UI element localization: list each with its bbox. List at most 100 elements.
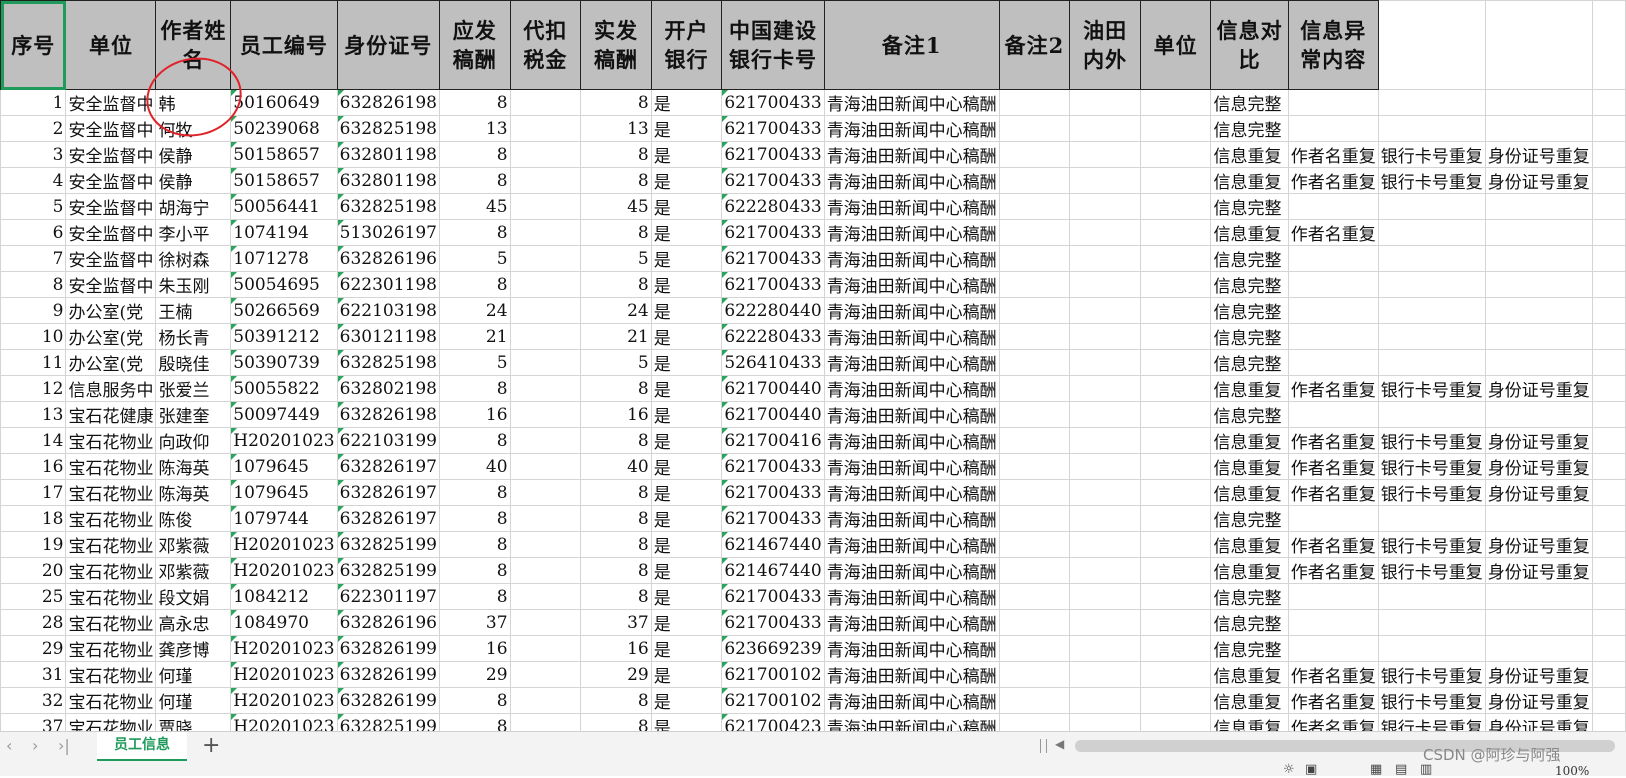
table-cell[interactable]: 是 — [650, 349, 723, 376]
table-cell[interactable] — [998, 687, 1071, 714]
table-cell[interactable]: 宝石花物业 — [65, 687, 157, 714]
table-cell[interactable]: 632826199 — [336, 687, 440, 714]
table-cell[interactable]: 8 — [580, 557, 652, 584]
table-cell[interactable]: 青海油田新闻中心稿酬 — [823, 271, 1000, 298]
column-header[interactable]: 应发稿酬 — [438, 0, 511, 90]
table-cell[interactable]: 8 — [580, 505, 652, 532]
table-cell[interactable] — [509, 661, 582, 688]
table-cell[interactable] — [998, 297, 1071, 324]
table-cell[interactable]: 信息完整 — [1210, 583, 1289, 610]
table-cell[interactable] — [1484, 219, 1593, 246]
table-cell[interactable]: 办公室(党 — [65, 323, 157, 350]
table-cell[interactable]: 632825198 — [336, 115, 440, 142]
table-cell[interactable]: 5 — [580, 245, 652, 272]
table-cell[interactable]: 8 — [0, 271, 67, 298]
table-cell[interactable]: 青海油田新闻中心稿酬 — [823, 401, 1000, 428]
column-header[interactable]: 中国建设银行卡号 — [721, 0, 825, 90]
table-cell[interactable] — [1287, 505, 1379, 532]
table-cell[interactable]: 622280440 — [721, 297, 825, 324]
empty-cell[interactable] — [1591, 401, 1626, 428]
table-cell[interactable] — [1377, 193, 1486, 220]
table-cell[interactable] — [1069, 661, 1141, 688]
table-cell[interactable]: 青海油田新闻中心稿酬 — [823, 115, 1000, 142]
empty-cell[interactable] — [1591, 271, 1626, 298]
table-cell[interactable] — [1377, 609, 1486, 636]
table-cell[interactable]: 45 — [438, 193, 511, 220]
empty-cell[interactable] — [1591, 115, 1626, 142]
table-cell[interactable]: 安全监督中 — [65, 167, 157, 194]
table-cell[interactable]: 是 — [650, 297, 723, 324]
table-cell[interactable]: 青海油田新闻中心稿酬 — [823, 427, 1000, 454]
table-cell[interactable]: 632825199 — [336, 531, 440, 558]
table-cell[interactable] — [1139, 661, 1212, 688]
table-cell[interactable] — [1139, 141, 1212, 168]
table-cell[interactable] — [1069, 297, 1141, 324]
table-cell[interactable]: 张爱兰 — [155, 375, 232, 402]
table-cell[interactable] — [1287, 401, 1379, 428]
table-cell[interactable]: 5 — [438, 349, 511, 376]
table-cell[interactable]: 是 — [650, 635, 723, 662]
table-cell[interactable]: 12 — [0, 375, 67, 402]
table-cell[interactable]: 青海油田新闻中心稿酬 — [823, 505, 1000, 532]
table-cell[interactable]: 作者名重复 — [1287, 427, 1379, 454]
table-cell[interactable] — [1069, 115, 1141, 142]
table-cell[interactable]: 623669239 — [721, 635, 825, 662]
table-cell[interactable] — [1139, 687, 1212, 714]
table-cell[interactable] — [1377, 297, 1486, 324]
table-cell[interactable]: 621700433 — [721, 245, 825, 272]
table-cell[interactable]: 办公室(党 — [65, 297, 157, 324]
column-header[interactable]: 备注2 — [998, 0, 1071, 90]
table-cell[interactable] — [509, 557, 582, 584]
table-cell[interactable] — [1069, 167, 1141, 194]
table-cell[interactable] — [509, 375, 582, 402]
table-cell[interactable] — [1139, 427, 1212, 454]
table-cell[interactable] — [509, 635, 582, 662]
table-cell[interactable]: 50055822 — [230, 375, 338, 402]
table-cell[interactable] — [1069, 583, 1141, 610]
table-cell[interactable]: 621700433 — [721, 479, 825, 506]
column-header[interactable]: 作者姓名 — [155, 0, 232, 90]
table-cell[interactable]: 陈俊 — [155, 505, 232, 532]
table-cell[interactable]: 621467440 — [721, 557, 825, 584]
table-cell[interactable]: 青海油田新闻中心稿酬 — [823, 141, 1000, 168]
table-cell[interactable]: 信息完整 — [1210, 115, 1289, 142]
table-cell[interactable]: 银行卡号重复 — [1377, 479, 1486, 506]
table-cell[interactable] — [1139, 89, 1212, 116]
table-cell[interactable] — [1484, 583, 1593, 610]
table-cell[interactable]: 朱玉刚 — [155, 271, 232, 298]
table-cell[interactable]: 信息完整 — [1210, 635, 1289, 662]
table-cell[interactable]: 是 — [650, 193, 723, 220]
table-cell[interactable]: 632825199 — [336, 557, 440, 584]
empty-cell[interactable] — [1591, 531, 1626, 558]
empty-cell[interactable] — [1377, 0, 1486, 90]
table-cell[interactable] — [1484, 323, 1593, 350]
table-cell[interactable]: 2 — [0, 115, 67, 142]
table-cell[interactable]: 8 — [438, 583, 511, 610]
sheet-tab-employee-info[interactable]: 员工信息 — [97, 732, 187, 762]
table-cell[interactable]: 青海油田新闻中心稿酬 — [823, 245, 1000, 272]
table-cell[interactable]: 作者名重复 — [1287, 557, 1379, 584]
table-cell[interactable]: 宝石花物业 — [65, 453, 157, 480]
table-cell[interactable]: 安全监督中 — [65, 141, 157, 168]
table-cell[interactable]: 37 — [438, 609, 511, 636]
table-cell[interactable]: 24 — [580, 297, 652, 324]
table-cell[interactable]: 邓紫薇 — [155, 531, 232, 558]
table-cell[interactable]: 宝石花物业 — [65, 713, 157, 731]
table-cell[interactable]: 宝石花物业 — [65, 557, 157, 584]
split-handle-icon[interactable] — [1040, 739, 1047, 753]
column-header[interactable]: 单位 — [1139, 0, 1212, 90]
table-cell[interactable]: 是 — [650, 713, 723, 731]
column-header[interactable]: 信息异常内容 — [1287, 0, 1379, 90]
table-cell[interactable]: 侯静 — [155, 167, 232, 194]
table-cell[interactable]: 632826196 — [336, 609, 440, 636]
table-cell[interactable] — [1069, 401, 1141, 428]
table-cell[interactable]: 8 — [580, 531, 652, 558]
table-cell[interactable] — [509, 505, 582, 532]
empty-cell[interactable] — [1591, 505, 1626, 532]
empty-cell[interactable] — [1591, 245, 1626, 272]
table-cell[interactable]: 20 — [0, 557, 67, 584]
table-cell[interactable]: 作者名重复 — [1287, 453, 1379, 480]
table-cell[interactable] — [1139, 167, 1212, 194]
table-cell[interactable] — [509, 531, 582, 558]
table-cell[interactable] — [1484, 505, 1593, 532]
